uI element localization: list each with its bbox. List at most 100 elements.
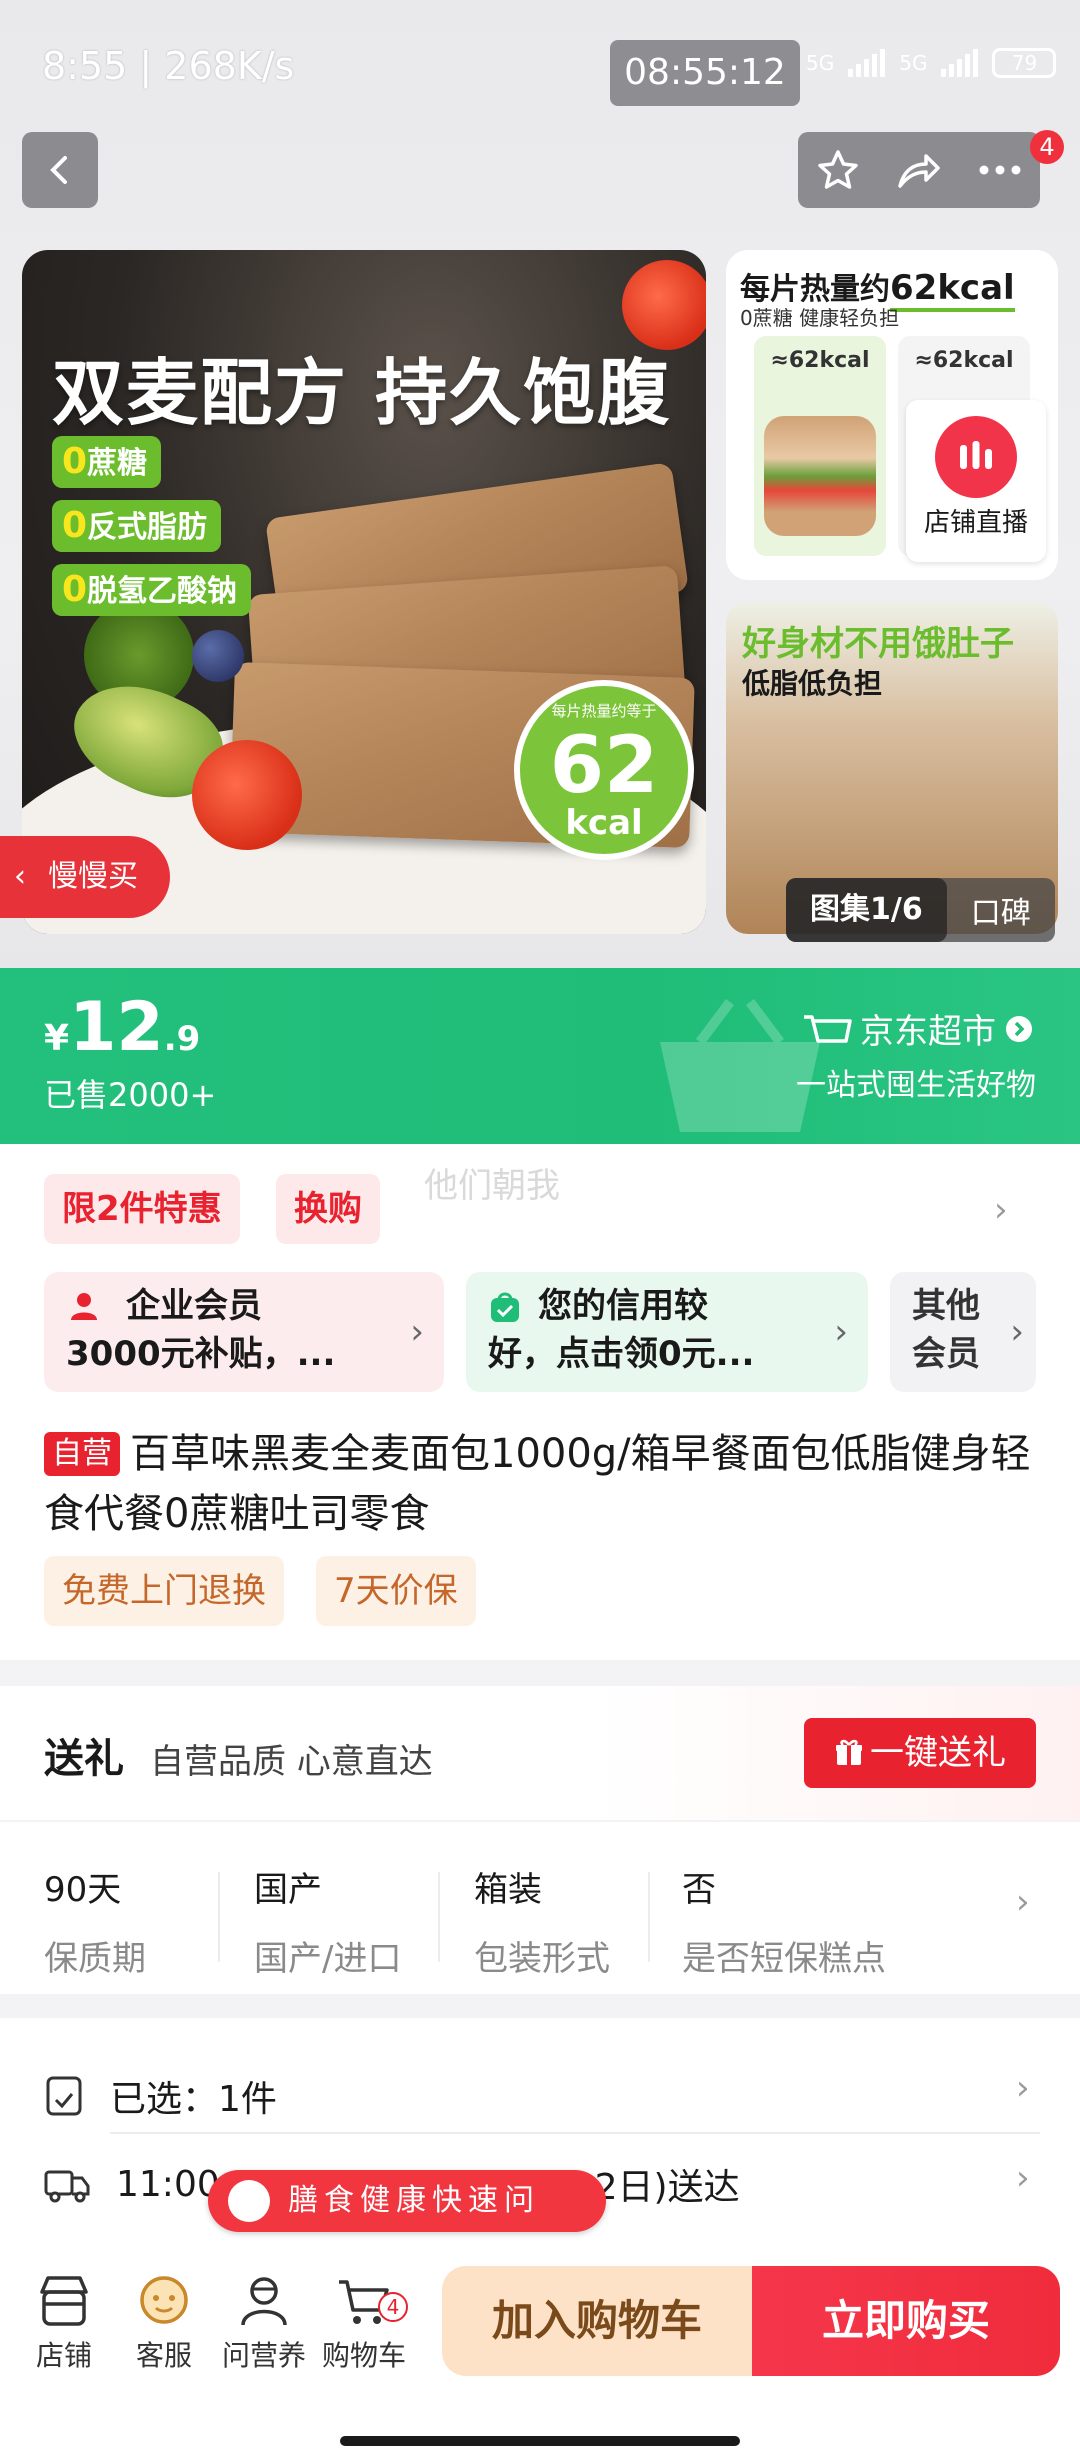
price-band: ¥12.9 已售2000+ 京东超市 一站式囤生活好物: [0, 968, 1080, 1144]
send-gift-label: 一键送礼: [870, 1733, 1006, 1773]
nutritionist-icon: [241, 2277, 287, 2326]
tab-reviews[interactable]: 口碑: [947, 888, 1055, 932]
chevron-right-icon[interactable]: ›: [1016, 2068, 1030, 2108]
tab-gallery[interactable]: 图集1/6: [786, 878, 947, 942]
buy-now-button[interactable]: 立即购买: [752, 2266, 1060, 2376]
nav-service-label: 客服: [135, 2339, 192, 2372]
sandwich-shape: [764, 416, 876, 536]
store-icon: [40, 2276, 88, 2326]
chevron-right-icon[interactable]: ›: [994, 1190, 1008, 1230]
service-price-protect[interactable]: 7天价保: [316, 1556, 476, 1626]
home-indicator[interactable]: [340, 2436, 740, 2446]
vip1-line2: 3000元补贴，...: [66, 1334, 336, 1374]
chevron-left-icon: ‹: [14, 859, 26, 894]
gift-section: 送礼 自营品质 心意直达 一键送礼: [0, 1686, 1080, 1820]
vip2-line2: 好，点击领0元...: [488, 1334, 755, 1374]
status-clock: 08:55:12: [610, 40, 800, 106]
promo-tag-exchange[interactable]: 换购: [276, 1174, 380, 1244]
spec-origin: 国产 国产/进口: [254, 1870, 402, 1979]
nav-store[interactable]: 店铺: [14, 2268, 114, 2374]
store-live-button[interactable]: 店铺直播: [906, 400, 1046, 562]
cart-outline-icon: [804, 1014, 852, 1043]
top-actions: [798, 132, 1040, 208]
nutrition-consult-button[interactable]: 膳食健康快速问: [208, 2170, 606, 2232]
gift-subtitle: 自营品质 心意直达: [150, 1742, 433, 1782]
nav-nutrition[interactable]: 问营养: [214, 2268, 314, 2374]
service-free-return[interactable]: 免费上门退换: [44, 1556, 284, 1626]
tomato-shape: [192, 740, 302, 850]
spec-divider: [438, 1872, 440, 1962]
send-gift-button[interactable]: 一键送礼: [804, 1718, 1036, 1788]
nav-cart-label: 购物车: [321, 2339, 406, 2372]
product-info-card: 他们朝我 限2件特惠 换购 › 企业会员 3000元补贴，... › 您的信用较…: [0, 1144, 1080, 1660]
zero-preservative-tag: 0脱氢乙酸钠: [52, 564, 252, 616]
price: ¥12.9: [44, 988, 201, 1067]
vip2-line1: 您的信用较: [538, 1286, 708, 1326]
jd-slogan: 一站式囤生活好物: [796, 1068, 1036, 1103]
network-label-2: 5G: [899, 51, 928, 75]
product-title: 自营 百草味黑麦全麦面包1000g/箱早餐面包低脂健身轻食代餐0蔗糖吐司零食: [44, 1424, 1044, 1544]
blueberry-shape: [192, 630, 244, 682]
slow-buy-button[interactable]: ‹ 慢慢买: [0, 836, 170, 918]
hero-gallery: 8:55 | 268K/s 08:55:12 5G 5G 79 4 双麦配方 持…: [0, 0, 1080, 968]
chevron-left-icon: [50, 156, 67, 184]
favorite-star-icon[interactable]: [816, 148, 860, 192]
main-product-image[interactable]: 双麦配方 持久饱腹 0蔗糖 0反式脂肪 0脱氢乙酸钠 每片热量约等于 62 kc…: [22, 250, 706, 934]
shopping-bag-check-icon: [491, 1292, 519, 1322]
status-icons: 5G 5G 79: [806, 48, 1057, 78]
add-to-cart-button[interactable]: 加入购物车: [442, 2266, 752, 2376]
selected-row[interactable]: 已选：1件: [44, 2070, 277, 2122]
live-label: 店铺直播: [923, 508, 1028, 538]
signal-icon: [848, 49, 886, 77]
spec-divider: [648, 1872, 650, 1962]
chevron-right-icon: ›: [834, 1312, 848, 1352]
spec-shelf-life: 90天 保质期: [44, 1870, 146, 1979]
nav-nutrition-label: 问营养: [221, 2339, 306, 2372]
live-icon: [935, 416, 1017, 498]
credit-member-card[interactable]: 您的信用较 好，点击领0元... ›: [466, 1272, 868, 1392]
consult-icon: [228, 2180, 270, 2222]
chevron-right-icon: ›: [1016, 1882, 1030, 1922]
nav-store-label: 店铺: [35, 2339, 92, 2372]
gallery-tabs: 图集1/6 口碑: [786, 878, 1055, 942]
thumb1-subtitle: 0蔗糖 健康轻负担: [740, 306, 900, 330]
self-operated-tag: 自营: [44, 1432, 120, 1476]
kcal-badge: 每片热量约等于 62 kcal: [514, 680, 694, 860]
gift-icon: [836, 1739, 862, 1765]
vip1-line1: 企业会员: [126, 1286, 262, 1326]
nav-service[interactable]: 客服: [114, 2268, 214, 2374]
thumb2-subtitle: 低脂低负担: [742, 667, 883, 700]
share-icon[interactable]: [896, 148, 942, 192]
product-page: 8:55 | 268K/s 08:55:12 5G 5G 79 4 双麦配方 持…: [0, 0, 1080, 2460]
divider: [110, 2132, 1040, 2134]
thumb1-card-left: ≈62kcal: [754, 336, 886, 556]
message-count-badge: 4: [1030, 130, 1064, 164]
jd-supermarket-link[interactable]: 京东超市: [800, 1004, 1034, 1053]
chevron-right-icon: ›: [1010, 1312, 1024, 1352]
enterprise-member-card[interactable]: 企业会员 3000元补贴，... ›: [44, 1272, 444, 1392]
network-label-1: 5G: [806, 51, 835, 75]
zero-trans-fat-tag: 0反式脂肪: [52, 500, 222, 552]
cart-count-badge: 4: [378, 2292, 408, 2322]
promo-tag-limited[interactable]: 限2件特惠: [44, 1174, 240, 1244]
more-icon[interactable]: [978, 164, 1022, 176]
chevron-right-icon: ›: [410, 1312, 424, 1352]
consult-label: 膳食健康快速问: [288, 2183, 540, 2218]
main-headline: 双麦配方 持久饱腹: [52, 351, 672, 435]
zero-sugar-tag: 0蔗糖: [52, 436, 162, 488]
spec-short-shelf: 否是否短保糕点: [682, 1870, 886, 1979]
nav-cart[interactable]: 购物车 4: [314, 2268, 414, 2374]
chevron-circle-icon: [1006, 1015, 1032, 1042]
spec-divider: [218, 1872, 220, 1962]
sold-count: 已售2000+: [44, 1076, 217, 1114]
back-button[interactable]: [22, 132, 98, 208]
status-time-speed: 8:55 | 268K/s: [42, 44, 295, 88]
product-title-text: 百草味黑麦全麦面包1000g/箱早餐面包低脂健身轻食代餐0蔗糖吐司零食: [44, 1431, 1031, 1537]
truck-icon: [44, 2170, 90, 2203]
other-member-card[interactable]: 其他 会员 ›: [890, 1272, 1036, 1392]
watermark-text: 他们朝我: [424, 1166, 560, 1206]
battery-icon: 79: [992, 48, 1057, 78]
clipboard-icon: [46, 2076, 82, 2116]
spec-row[interactable]: 90天 保质期 国产 国产/进口 箱装 包装形式 否是否短保糕点 ›: [0, 1822, 1080, 1994]
chevron-right-icon[interactable]: ›: [1016, 2158, 1030, 2198]
